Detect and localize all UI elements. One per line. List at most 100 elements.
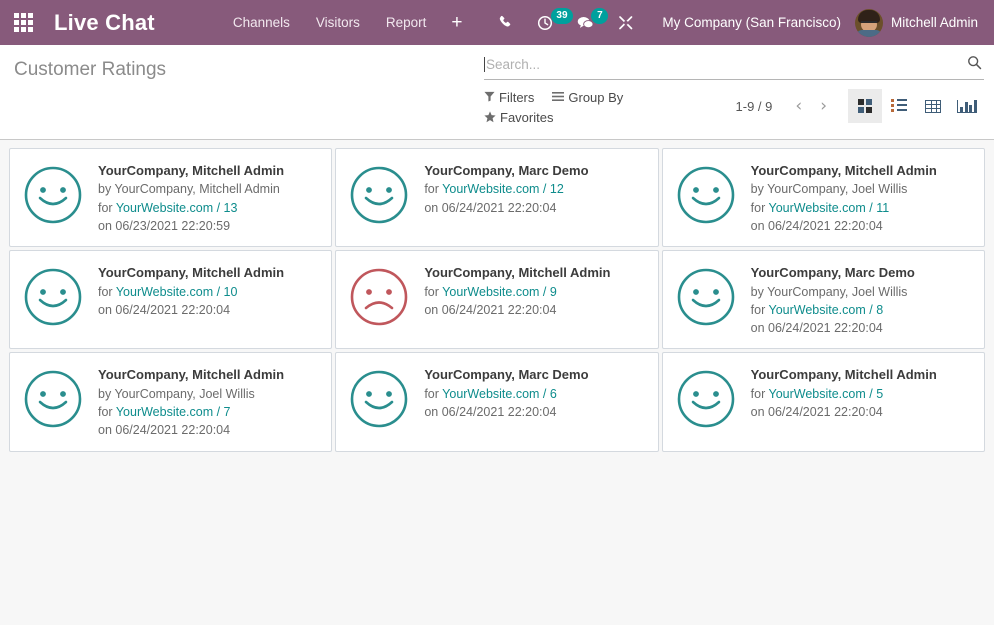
rating-author: by YourCompany, Mitchell Admin [98,182,280,197]
rating-date: on 06/24/2021 22:20:04 [424,405,557,420]
rating-card[interactable]: YourCompany, Mitchell Admin by YourCompan… [9,148,333,248]
rating-resource-id[interactable]: / 12 [539,182,564,196]
nav-add-icon[interactable]: + [439,11,474,34]
apps-grid-icon [13,13,33,32]
rating-smiley [22,364,84,435]
activities-button[interactable]: 39 [525,0,573,45]
favorites-label: Favorites [500,110,554,125]
rating-resource-prefix: for [424,386,443,401]
rating-resource-prefix: for [98,405,116,420]
nav-menu-list: Channels Visitors Report + [220,9,475,36]
rating-card[interactable]: YourCompany, Mitchell Admin by YourCompan… [9,352,333,452]
rating-partner-name: YourCompany, Mitchell Admin [98,163,285,178]
rating-card[interactable]: YourCompany, Mitchell Admin by YourCompan… [661,148,985,248]
rating-resource-id[interactable]: / 9 [539,285,557,299]
rating-smiley [675,160,737,231]
rating-resource-id[interactable]: / 10 [213,285,238,299]
rating-date: on 06/24/2021 22:20:04 [750,321,883,336]
nav-menu-report[interactable]: Report [373,9,440,36]
rating-resource: for YourWebsite.com / 5 [751,385,937,403]
rating-resource-link[interactable]: YourWebsite.com [769,387,866,401]
view-button-graph[interactable] [950,89,984,123]
rating-card[interactable]: YourCompany, Marc Demo for YourWebsite.co… [335,352,659,452]
rating-resource-link[interactable]: YourWebsite.com [442,285,539,299]
rating-resource-link[interactable]: YourWebsite.com [769,201,866,215]
rating-resource: for YourWebsite.com / 11 [751,199,937,217]
star-icon [484,110,496,125]
kanban-view: YourCompany, Mitchell Admin by YourCompan… [0,140,994,625]
funnel-icon [484,91,495,104]
happy-face-icon [24,166,82,224]
filters-dropdown[interactable]: Filters [484,89,534,106]
avatar [854,8,883,37]
rating-smiley [22,160,84,231]
favorites-dropdown[interactable]: Favorites [484,109,553,126]
rating-resource-link[interactable]: YourWebsite.com [116,285,213,299]
pager-next-button[interactable]: › [811,97,836,115]
group-by-dropdown[interactable]: Group By [552,89,623,106]
rating-resource: for YourWebsite.com / 7 [98,403,284,421]
view-button-list[interactable] [882,89,916,123]
navbar-right-area: 39 7 My Company (San Francisco) Mitchell… [486,0,982,45]
rating-partner-name: YourCompany, Mitchell Admin [750,367,937,383]
rating-resource-id[interactable]: / 13 [213,201,238,215]
messages-button[interactable]: 7 [565,0,609,45]
rating-card[interactable]: YourCompany, Mitchell Admin for YourWebsi… [661,352,985,452]
rating-resource-id[interactable]: / 6 [539,387,557,401]
rating-card[interactable]: YourCompany, Mitchell Admin for YourWebsi… [9,250,333,350]
rating-resource-id[interactable]: / 7 [213,405,231,419]
view-button-pivot[interactable] [916,89,950,123]
company-switcher[interactable]: My Company (San Francisco) [646,15,855,30]
rating-resource-prefix: for [98,284,116,299]
rating-card[interactable]: YourCompany, Marc Demo for YourWebsite.co… [335,148,659,248]
rating-partner-name: YourCompany, Mitchell Admin [424,265,611,281]
search-icon[interactable] [963,55,982,74]
rating-resource: for YourWebsite.com / 9 [424,283,610,301]
rating-date: on 06/24/2021 22:20:04 [98,423,231,438]
search-view[interactable] [484,55,984,80]
search-input[interactable] [486,57,963,72]
rating-resource-link[interactable]: YourWebsite.com [116,201,213,215]
happy-face-icon [677,166,734,224]
rating-resource-id[interactable]: / 5 [866,387,883,401]
happy-face-icon [351,371,408,428]
rating-partner-name: YourCompany, Marc Demo [750,265,915,281]
rating-date: on 06/24/2021 22:20:04 [750,405,883,420]
rating-partner-name: YourCompany, Marc Demo [424,367,589,383]
rating-resource-link[interactable]: YourWebsite.com [116,405,213,419]
happy-face-icon [24,371,82,428]
rating-resource-link[interactable]: YourWebsite.com [442,182,539,196]
rating-date: on 06/24/2021 22:20:04 [424,200,557,215]
bars-icon [552,91,565,104]
rating-resource-link[interactable]: YourWebsite.com [769,303,866,317]
rating-card[interactable]: YourCompany, Mitchell Admin for YourWebsi… [335,250,659,350]
app-brand-title[interactable]: Live Chat [46,10,165,36]
view-button-kanban[interactable] [848,89,882,123]
pager-count: 1-9 / 9 [735,98,773,114]
phone-button[interactable] [486,0,525,45]
apps-menu-button[interactable] [0,0,46,45]
filter-menu-group: Filters Group By Favorites [484,89,623,126]
user-menu[interactable]: Mitchell Admin [854,8,982,37]
rating-resource-id[interactable]: / 8 [866,303,883,317]
rating-resource-id[interactable]: / 11 [866,201,889,215]
rating-date: on 06/24/2021 22:20:04 [98,302,231,317]
view-switcher [848,89,984,123]
nav-menu-channels[interactable]: Channels [220,9,303,36]
rating-resource-prefix: for [750,386,769,401]
sad-face-icon [351,268,408,326]
nav-menu-visitors[interactable]: Visitors [303,9,373,36]
breadcrumb[interactable]: Customer Ratings [0,45,166,81]
rating-resource: for YourWebsite.com / 6 [424,385,588,403]
rating-card-body: YourCompany, Mitchell Admin for YourWebsi… [98,262,284,319]
rating-resource-prefix: for [424,284,443,299]
happy-face-icon [677,371,734,428]
filters-label: Filters [499,90,535,105]
rating-resource-prefix: for [424,182,443,197]
rating-resource: for YourWebsite.com / 8 [751,301,915,319]
rating-card[interactable]: YourCompany, Marc Demo by YourCompany, Jo… [661,250,985,350]
pager-previous-button[interactable]: ‹ [786,97,811,115]
tools-button[interactable] [606,0,646,45]
search-caret [484,57,485,72]
rating-resource-link[interactable]: YourWebsite.com [442,387,539,401]
